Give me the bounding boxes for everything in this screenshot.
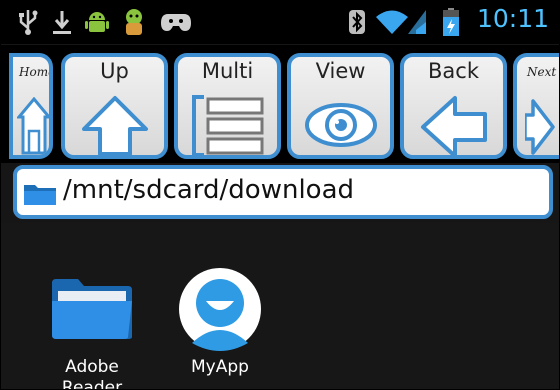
status-bar: 10:11 — [1, 1, 559, 44]
multi-button[interactable]: Multi — [174, 53, 281, 159]
up-button[interactable]: Up — [61, 53, 168, 159]
download-icon — [49, 7, 75, 37]
folder-icon — [24, 185, 56, 205]
battery-icon — [441, 7, 461, 37]
eye-icon — [304, 103, 377, 147]
clock: 10:11 — [476, 4, 549, 33]
folder-icon — [52, 279, 132, 339]
file-item[interactable]: Adobe Reader — [37, 263, 147, 390]
signal-icon — [405, 7, 429, 37]
android-icon — [83, 7, 111, 37]
arrow-left-icon — [420, 96, 487, 158]
multi-select-icon — [191, 95, 263, 157]
house-icon — [17, 97, 49, 155]
current-path: /mnt/sdcard/download — [63, 175, 355, 205]
back-button[interactable]: Back — [400, 53, 507, 159]
file-name: MyApp — [191, 357, 249, 377]
wifi-icon — [375, 7, 409, 37]
view-button[interactable]: View — [287, 53, 394, 159]
app-icon — [179, 268, 261, 351]
next-button[interactable]: Next — [513, 53, 559, 159]
home-button[interactable]: Home — [9, 53, 53, 159]
gamepad-icon — [159, 7, 193, 37]
file-list: Adobe Reader MyApp — [1, 223, 559, 389]
up-label: Up — [100, 59, 129, 83]
android-head-icon — [119, 7, 149, 37]
arrow-right-icon — [525, 99, 555, 155]
bluetooth-icon — [347, 7, 367, 37]
file-name: Adobe Reader — [61, 357, 123, 390]
back-label: Back — [428, 59, 479, 83]
next-label: Next — [527, 65, 557, 79]
multi-label: Multi — [201, 59, 254, 83]
file-item[interactable]: MyApp — [165, 263, 275, 378]
view-label: View — [315, 59, 366, 83]
path-bar[interactable]: /mnt/sdcard/download — [13, 165, 553, 219]
screen: 10:11 Home Up Multi View Back Next /mnt/… — [0, 0, 560, 390]
toolbar: Home Up Multi View Back Next — [1, 45, 559, 163]
home-label: Home — [19, 65, 53, 79]
arrow-up-icon — [81, 96, 148, 156]
usb-icon — [15, 7, 41, 37]
